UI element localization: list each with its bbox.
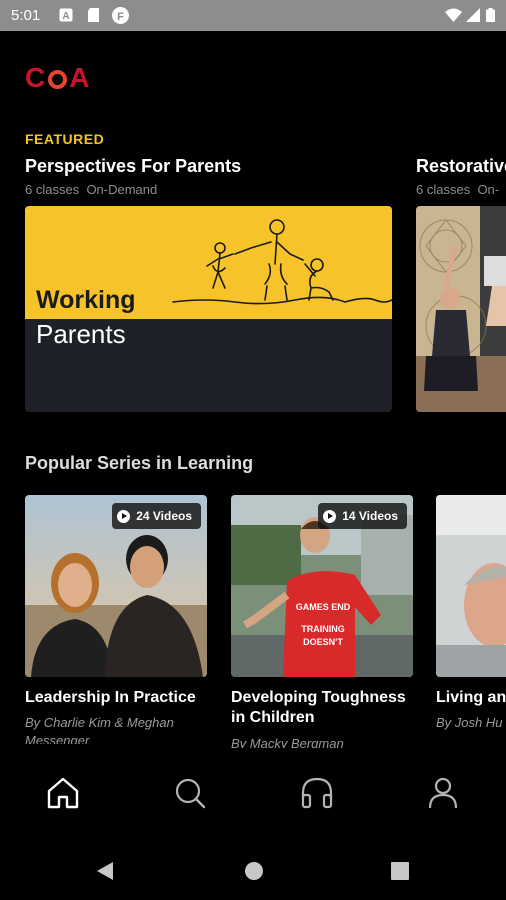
series-author-3: By Josh Hu: [436, 715, 503, 730]
sd-card-icon: [88, 8, 99, 22]
svg-text:DOESN'T: DOESN'T: [303, 637, 343, 647]
logo-letter-a: A: [69, 62, 91, 93]
home-icon[interactable]: [45, 775, 81, 811]
back-icon[interactable]: [96, 861, 114, 881]
series-title-2[interactable]: Developing Toughness in Children: [231, 688, 421, 728]
series-author-2: By Macky Bergman: [231, 736, 344, 748]
video-count-badge-1: 24 Videos: [112, 503, 201, 529]
video-count-badge-2: 14 Videos: [318, 503, 407, 529]
featured-card-type: On-Demand: [86, 182, 158, 197]
status-bar: 5:01 A F: [0, 0, 506, 31]
series-title-2-line1: Developing Toughness: [231, 689, 406, 706]
series-author-1: By Charlie Kim & Meghan Messenger: [25, 715, 174, 744]
logo-ring: [48, 70, 68, 89]
family-line-illustration: [172, 219, 392, 305]
series-card-image-3[interactable]: [436, 495, 506, 677]
svg-text:TRAINING: TRAINING: [301, 624, 345, 634]
signal-icon: [466, 8, 480, 22]
featured-card-classes: 6 classes: [25, 182, 80, 197]
recents-icon[interactable]: [391, 862, 409, 880]
featured-label: FEATURED: [25, 131, 105, 147]
home-circle-icon[interactable]: [244, 861, 264, 881]
series-card-image-1[interactable]: 24 Videos: [25, 495, 207, 677]
battery-icon: [486, 8, 495, 22]
featured-card-type-2: On-: [477, 182, 500, 197]
svg-text:A: A: [62, 11, 69, 22]
notification-a-icon: A: [59, 8, 73, 22]
featured-card-image[interactable]: Working Parents: [25, 206, 392, 412]
series-title-3[interactable]: Living an: [436, 688, 506, 708]
video-count-1: 24 Videos: [136, 509, 192, 523]
featured-card-title-2[interactable]: Restorative: [416, 156, 506, 177]
featured-card-classes-2: 6 classes: [416, 182, 471, 197]
svg-text:F: F: [117, 11, 124, 23]
featured-card-meta: 6 classes On-Demand: [25, 182, 157, 197]
play-icon: [323, 509, 337, 523]
hero-text-parents: Parents: [36, 319, 126, 349]
system-navigation-bar: [0, 843, 506, 900]
popular-series-title: Popular Series in Learning: [25, 453, 254, 473]
featured-card-meta-2: 6 classes On-: [416, 182, 499, 197]
logo-letter-c: C: [25, 62, 47, 93]
video-count-2: 14 Videos: [342, 509, 398, 523]
svg-text:GAMES END: GAMES END: [296, 602, 351, 612]
series-title-2-line2: in Children: [231, 709, 315, 726]
wifi-icon: [445, 8, 462, 22]
series-title-1[interactable]: Leadership In Practice: [25, 688, 215, 708]
headphones-icon[interactable]: [299, 775, 335, 811]
search-icon[interactable]: [172, 775, 208, 811]
series-card-image-2[interactable]: GAMES END TRAINING DOESN'T 14 Videos: [231, 495, 413, 677]
living-photo: [436, 495, 506, 677]
profile-icon[interactable]: [425, 775, 461, 811]
app-logo[interactable]: CA: [25, 62, 90, 94]
hero-text-working: Working: [36, 286, 136, 314]
yoga-photo: [416, 206, 506, 412]
play-icon: [117, 509, 131, 523]
notification-f-icon: F: [112, 7, 129, 24]
status-time: 5:01: [11, 7, 41, 24]
featured-card-title[interactable]: Perspectives For Parents: [25, 156, 241, 177]
featured-card-image-2[interactable]: [416, 206, 506, 412]
